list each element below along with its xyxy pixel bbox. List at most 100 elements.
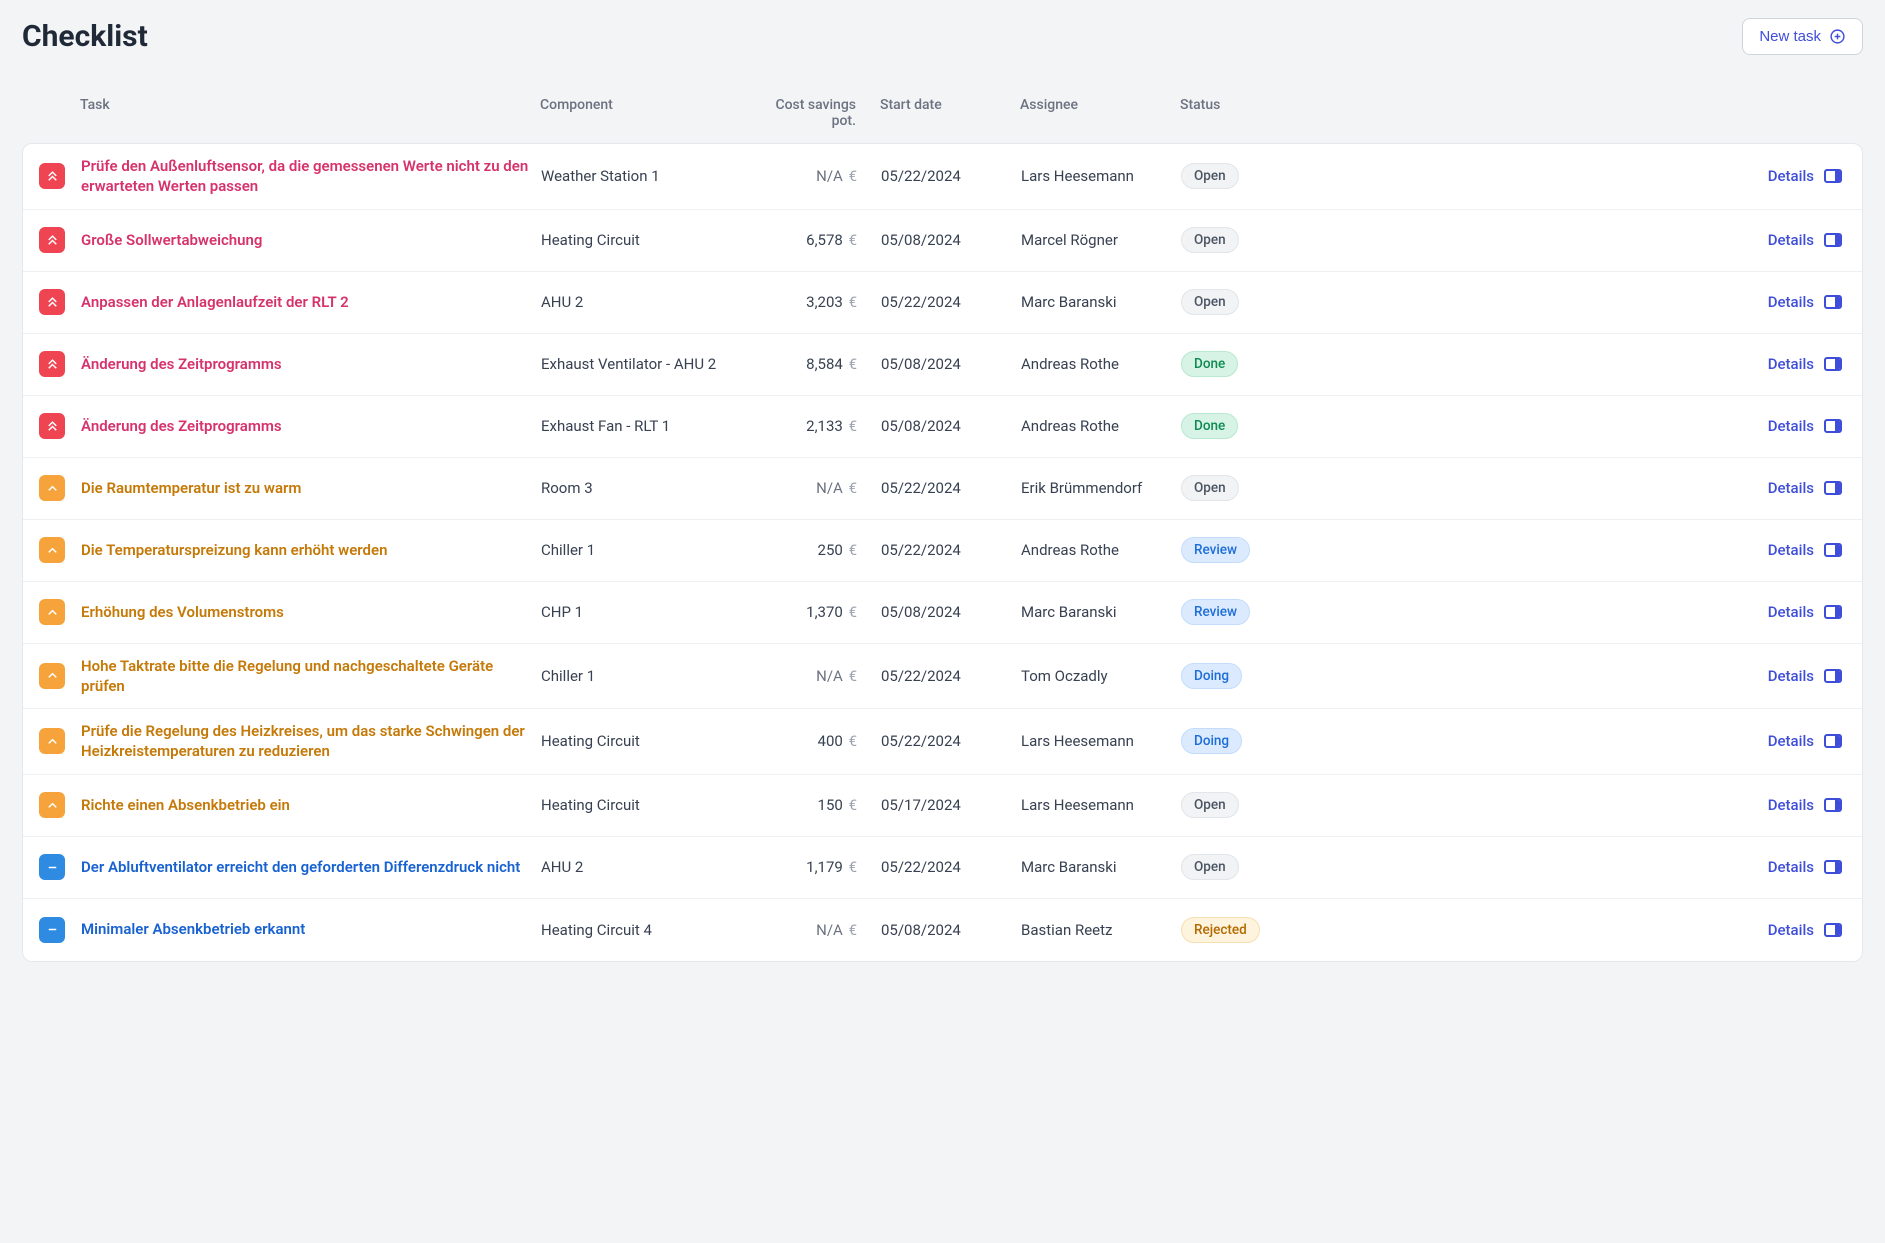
details-link[interactable]: Details xyxy=(1768,603,1814,621)
details-link[interactable]: Details xyxy=(1768,231,1814,249)
task-name[interactable]: Änderung des Zeitprogramms xyxy=(81,417,282,435)
side-panel-icon[interactable] xyxy=(1824,233,1842,247)
task-start-date: 05/08/2024 xyxy=(875,355,1015,373)
priority-icon xyxy=(39,289,65,315)
priority-icon xyxy=(39,854,65,880)
col-task: Task xyxy=(74,97,534,129)
table-row: Änderung des Zeitprogramms Exhaust Fan -… xyxy=(23,396,1862,458)
col-status: Status xyxy=(1174,97,1324,129)
details-link[interactable]: Details xyxy=(1768,667,1814,685)
table-row: Die Temperaturspreizung kann erhöht werd… xyxy=(23,520,1862,582)
col-cost: Cost savings pot. xyxy=(744,97,874,129)
task-assignee: Marc Baranski xyxy=(1015,603,1175,621)
side-panel-icon[interactable] xyxy=(1824,543,1842,557)
details-link[interactable]: Details xyxy=(1768,293,1814,311)
table-row: Der Abluftventilator erreicht den geford… xyxy=(23,837,1862,899)
task-component: Chiller 1 xyxy=(535,541,745,559)
details-link[interactable]: Details xyxy=(1768,355,1814,373)
task-component: Heating Circuit xyxy=(535,732,745,750)
side-panel-icon[interactable] xyxy=(1824,669,1842,683)
task-cost: N/A € xyxy=(745,167,875,185)
task-name[interactable]: Anpassen der Anlagenlaufzeit der RLT 2 xyxy=(81,293,349,311)
task-component: AHU 2 xyxy=(535,293,745,311)
task-name[interactable]: Hohe Taktrate bitte die Regelung und nac… xyxy=(81,657,493,695)
task-component: AHU 2 xyxy=(535,858,745,876)
task-name[interactable]: Richte einen Absenkbetrieb ein xyxy=(81,796,290,814)
task-component: Heating Circuit xyxy=(535,231,745,249)
task-start-date: 05/08/2024 xyxy=(875,231,1015,249)
plus-circle-icon xyxy=(1829,28,1846,45)
task-component: Heating Circuit 4 xyxy=(535,921,745,939)
task-assignee: Marcel Rögner xyxy=(1015,231,1175,249)
task-assignee: Andreas Rothe xyxy=(1015,541,1175,559)
side-panel-icon[interactable] xyxy=(1824,923,1842,937)
task-assignee: Marc Baranski xyxy=(1015,858,1175,876)
page-title: Checklist xyxy=(22,19,148,54)
side-panel-icon[interactable] xyxy=(1824,481,1842,495)
table-row: Richte einen Absenkbetrieb ein Heating C… xyxy=(23,775,1862,837)
details-link[interactable]: Details xyxy=(1768,479,1814,497)
task-start-date: 05/22/2024 xyxy=(875,732,1015,750)
side-panel-icon[interactable] xyxy=(1824,734,1842,748)
status-badge: Open xyxy=(1181,227,1239,253)
table-header: Task Component Cost savings pot. Start d… xyxy=(22,83,1863,143)
task-start-date: 05/22/2024 xyxy=(875,667,1015,685)
status-badge: Open xyxy=(1181,163,1239,189)
task-name[interactable]: Erhöhung des Volumenstroms xyxy=(81,603,284,621)
side-panel-icon[interactable] xyxy=(1824,419,1842,433)
task-start-date: 05/22/2024 xyxy=(875,293,1015,311)
task-name[interactable]: Die Raumtemperatur ist zu warm xyxy=(81,479,301,497)
details-link[interactable]: Details xyxy=(1768,167,1814,185)
side-panel-icon[interactable] xyxy=(1824,357,1842,371)
task-name[interactable]: Prüfe die Regelung des Heizkreises, um d… xyxy=(81,722,525,760)
task-name[interactable]: Prüfe den Außenluftsensor, da die gemess… xyxy=(81,157,528,195)
task-start-date: 05/22/2024 xyxy=(875,858,1015,876)
priority-icon xyxy=(39,537,65,563)
details-link[interactable]: Details xyxy=(1768,732,1814,750)
task-start-date: 05/17/2024 xyxy=(875,796,1015,814)
task-start-date: 05/22/2024 xyxy=(875,167,1015,185)
col-assignee: Assignee xyxy=(1014,97,1174,129)
details-link[interactable]: Details xyxy=(1768,417,1814,435)
status-badge: Open xyxy=(1181,475,1239,501)
side-panel-icon[interactable] xyxy=(1824,169,1842,183)
priority-icon xyxy=(39,663,65,689)
task-component: Chiller 1 xyxy=(535,667,745,685)
status-badge: Open xyxy=(1181,792,1239,818)
task-start-date: 05/22/2024 xyxy=(875,541,1015,559)
task-name[interactable]: Große Sollwertabweichung xyxy=(81,231,262,249)
task-name[interactable]: Die Temperaturspreizung kann erhöht werd… xyxy=(81,541,387,559)
side-panel-icon[interactable] xyxy=(1824,798,1842,812)
side-panel-icon[interactable] xyxy=(1824,860,1842,874)
task-component: Weather Station 1 xyxy=(535,167,745,185)
details-link[interactable]: Details xyxy=(1768,921,1814,939)
details-link[interactable]: Details xyxy=(1768,858,1814,876)
table-row: Prüfe die Regelung des Heizkreises, um d… xyxy=(23,709,1862,775)
task-cost: 2,133 € xyxy=(745,417,875,435)
col-component: Component xyxy=(534,97,744,129)
priority-icon xyxy=(39,413,65,439)
priority-icon xyxy=(39,163,65,189)
task-cost: 8,584 € xyxy=(745,355,875,373)
task-component: CHP 1 xyxy=(535,603,745,621)
table-row: Hohe Taktrate bitte die Regelung und nac… xyxy=(23,644,1862,710)
task-start-date: 05/08/2024 xyxy=(875,921,1015,939)
task-cost: 1,370 € xyxy=(745,603,875,621)
priority-icon xyxy=(39,351,65,377)
status-badge: Open xyxy=(1181,854,1239,880)
task-cost: N/A € xyxy=(745,479,875,497)
task-name[interactable]: Änderung des Zeitprogramms xyxy=(81,355,282,373)
task-name[interactable]: Minimaler Absenkbetrieb erkannt xyxy=(81,920,305,938)
details-link[interactable]: Details xyxy=(1768,541,1814,559)
new-task-button[interactable]: New task xyxy=(1742,18,1863,55)
task-component: Room 3 xyxy=(535,479,745,497)
side-panel-icon[interactable] xyxy=(1824,295,1842,309)
task-cost: 1,179 € xyxy=(745,858,875,876)
table-row: Erhöhung des Volumenstroms CHP 1 1,370 €… xyxy=(23,582,1862,644)
task-cost: 3,203 € xyxy=(745,293,875,311)
task-name[interactable]: Der Abluftventilator erreicht den geford… xyxy=(81,858,520,876)
side-panel-icon[interactable] xyxy=(1824,605,1842,619)
status-badge: Doing xyxy=(1181,663,1242,689)
task-assignee: Lars Heesemann xyxy=(1015,796,1175,814)
details-link[interactable]: Details xyxy=(1768,796,1814,814)
